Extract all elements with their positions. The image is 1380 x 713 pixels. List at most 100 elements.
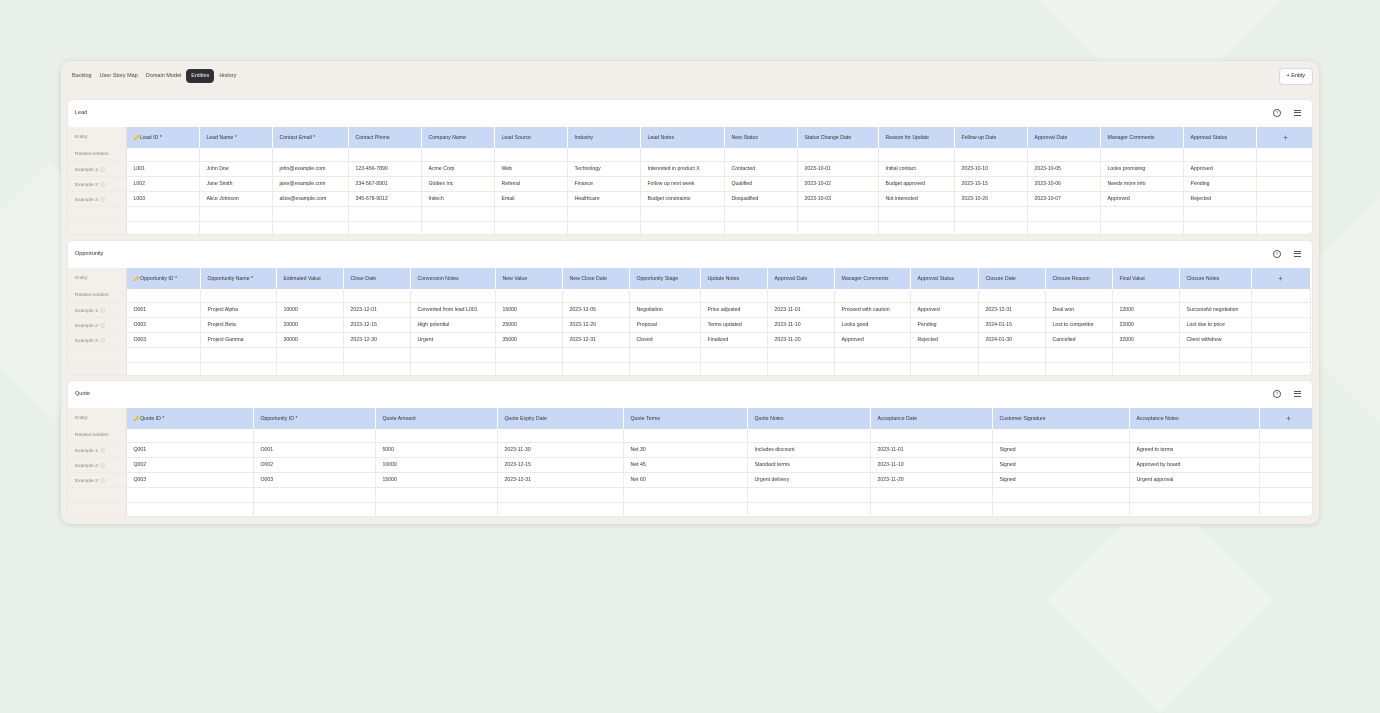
related-entity-cell[interactable] bbox=[126, 429, 254, 443]
empty-cell[interactable] bbox=[747, 502, 871, 516]
table-cell[interactable]: Web bbox=[494, 161, 568, 177]
help-icon[interactable]: ? bbox=[1273, 109, 1281, 117]
empty-cell[interactable] bbox=[910, 362, 979, 375]
empty-cell[interactable] bbox=[910, 347, 979, 363]
related-entity-cell[interactable] bbox=[910, 289, 979, 303]
column-header[interactable]: Approval Status bbox=[1183, 127, 1257, 148]
table-cell[interactable]: 345-678-9012 bbox=[348, 191, 422, 207]
table-cell[interactable]: Looks good bbox=[834, 317, 911, 333]
column-header[interactable]: Update Notes bbox=[700, 268, 768, 289]
table-cell[interactable]: O003 bbox=[126, 332, 201, 348]
table-cell[interactable]: Needs more info bbox=[1100, 176, 1184, 192]
table-cell[interactable]: Finance bbox=[567, 176, 641, 192]
column-header[interactable]: Close Date bbox=[343, 268, 411, 289]
table-cell[interactable]: Interested in product X bbox=[640, 161, 725, 177]
empty-cell[interactable] bbox=[640, 221, 725, 234]
table-cell[interactable]: Healthcare bbox=[567, 191, 641, 207]
table-cell[interactable]: Net 30 bbox=[623, 442, 748, 458]
empty-cell[interactable] bbox=[1259, 502, 1312, 516]
table-cell[interactable]: Net 60 bbox=[623, 472, 748, 488]
table-cell[interactable]: Approved bbox=[1183, 161, 1257, 177]
table-cell[interactable]: Proposal bbox=[629, 317, 701, 333]
empty-cell[interactable] bbox=[199, 206, 273, 222]
table-cell[interactable]: Includes discount bbox=[747, 442, 871, 458]
empty-cell[interactable] bbox=[562, 362, 630, 375]
table-cell[interactable]: 32000 bbox=[1112, 332, 1180, 348]
table-cell[interactable]: Project Beta bbox=[200, 317, 277, 333]
table-cell[interactable]: 2023-10-20 bbox=[954, 191, 1028, 207]
table-cell[interactable]: O003 bbox=[253, 472, 376, 488]
related-entity-cell[interactable] bbox=[410, 289, 496, 303]
empty-cell[interactable] bbox=[410, 362, 496, 375]
related-entity-cell[interactable] bbox=[272, 148, 349, 162]
empty-cell[interactable] bbox=[1112, 347, 1180, 363]
empty-cell[interactable] bbox=[724, 221, 798, 234]
related-entity-cell[interactable] bbox=[253, 429, 376, 443]
related-entity-cell[interactable] bbox=[878, 148, 955, 162]
empty-cell[interactable] bbox=[978, 347, 1046, 363]
related-entity-cell[interactable] bbox=[834, 289, 911, 303]
table-cell[interactable]: 2023-10-06 bbox=[1027, 176, 1101, 192]
table-cell[interactable]: Cancelled bbox=[1045, 332, 1113, 348]
related-entity-cell[interactable] bbox=[767, 289, 835, 303]
column-header[interactable]: Closure Reason bbox=[1045, 268, 1113, 289]
table-cell[interactable]: 15000 bbox=[375, 472, 498, 488]
empty-cell[interactable] bbox=[878, 221, 955, 234]
related-entity-cell[interactable] bbox=[348, 148, 422, 162]
table-cell[interactable]: Rejected bbox=[1183, 191, 1257, 207]
related-entity-cell[interactable] bbox=[992, 429, 1130, 443]
table-cell[interactable]: Agreed to terms bbox=[1129, 442, 1260, 458]
empty-cell[interactable] bbox=[126, 206, 200, 222]
column-header[interactable]: 🔑Opportunity ID * bbox=[126, 268, 201, 289]
related-entity-cell[interactable] bbox=[200, 289, 277, 303]
table-cell[interactable]: 2023-11-20 bbox=[870, 472, 993, 488]
empty-cell[interactable] bbox=[1179, 362, 1252, 375]
table-cell[interactable]: 2023-11-10 bbox=[767, 317, 835, 333]
table-cell[interactable]: John Doe bbox=[199, 161, 273, 177]
empty-cell[interactable] bbox=[1027, 206, 1101, 222]
table-cell[interactable]: Initial contact bbox=[878, 161, 955, 177]
column-header[interactable]: Contact Phone bbox=[348, 127, 422, 148]
empty-cell[interactable] bbox=[276, 347, 344, 363]
table-cell[interactable]: 2023-11-30 bbox=[497, 442, 624, 458]
table-cell[interactable]: 2023-12-20 bbox=[562, 317, 630, 333]
column-header[interactable]: Quote Terms bbox=[623, 408, 748, 429]
related-entity-cell[interactable] bbox=[640, 148, 725, 162]
empty-cell[interactable] bbox=[375, 487, 498, 503]
column-header[interactable]: Conversion Notes bbox=[410, 268, 496, 289]
empty-cell[interactable] bbox=[700, 347, 768, 363]
tab-user-story-map[interactable]: User Story Map bbox=[97, 69, 141, 83]
table-cell[interactable]: 5000 bbox=[375, 442, 498, 458]
table-cell[interactable]: 2024-01-15 bbox=[978, 317, 1046, 333]
related-entity-cell[interactable] bbox=[562, 289, 630, 303]
empty-cell[interactable] bbox=[767, 362, 835, 375]
table-cell[interactable]: 12000 bbox=[1112, 302, 1180, 318]
empty-cell[interactable] bbox=[126, 487, 254, 503]
column-header[interactable]: Manager Comments bbox=[1100, 127, 1184, 148]
column-header[interactable]: Quote Expiry Date bbox=[497, 408, 624, 429]
column-header[interactable]: Manager Comments bbox=[834, 268, 911, 289]
table-cell[interactable]: Contacted bbox=[724, 161, 798, 177]
table-cell[interactable]: Project Alpha bbox=[200, 302, 277, 318]
table-cell[interactable]: Successful negotiation bbox=[1179, 302, 1252, 318]
column-header[interactable]: New Status bbox=[724, 127, 798, 148]
related-entity-cell[interactable] bbox=[494, 148, 568, 162]
table-cell[interactable]: Approved bbox=[910, 302, 979, 318]
table-cell[interactable]: Terms updated bbox=[700, 317, 768, 333]
menu-icon[interactable] bbox=[1294, 251, 1301, 257]
table-cell[interactable]: 15000 bbox=[495, 302, 563, 318]
empty-cell[interactable] bbox=[126, 362, 201, 375]
column-header[interactable]: Company Name bbox=[421, 127, 495, 148]
table-cell[interactable]: Referral bbox=[494, 176, 568, 192]
tab-entities[interactable]: Entities bbox=[186, 69, 215, 83]
related-entity-cell[interactable] bbox=[126, 289, 201, 303]
tab-history[interactable]: History bbox=[216, 69, 239, 83]
column-header[interactable]: Approval Date bbox=[767, 268, 835, 289]
table-cell[interactable]: Q003 bbox=[126, 472, 254, 488]
related-entity-cell[interactable] bbox=[870, 429, 993, 443]
table-cell[interactable]: 2023-10-01 bbox=[797, 161, 879, 177]
column-header[interactable]: Contact Email * bbox=[272, 127, 349, 148]
column-header[interactable]: Estimated Value bbox=[276, 268, 344, 289]
empty-cell[interactable] bbox=[1183, 206, 1257, 222]
table-cell[interactable]: 25000 bbox=[495, 317, 563, 333]
